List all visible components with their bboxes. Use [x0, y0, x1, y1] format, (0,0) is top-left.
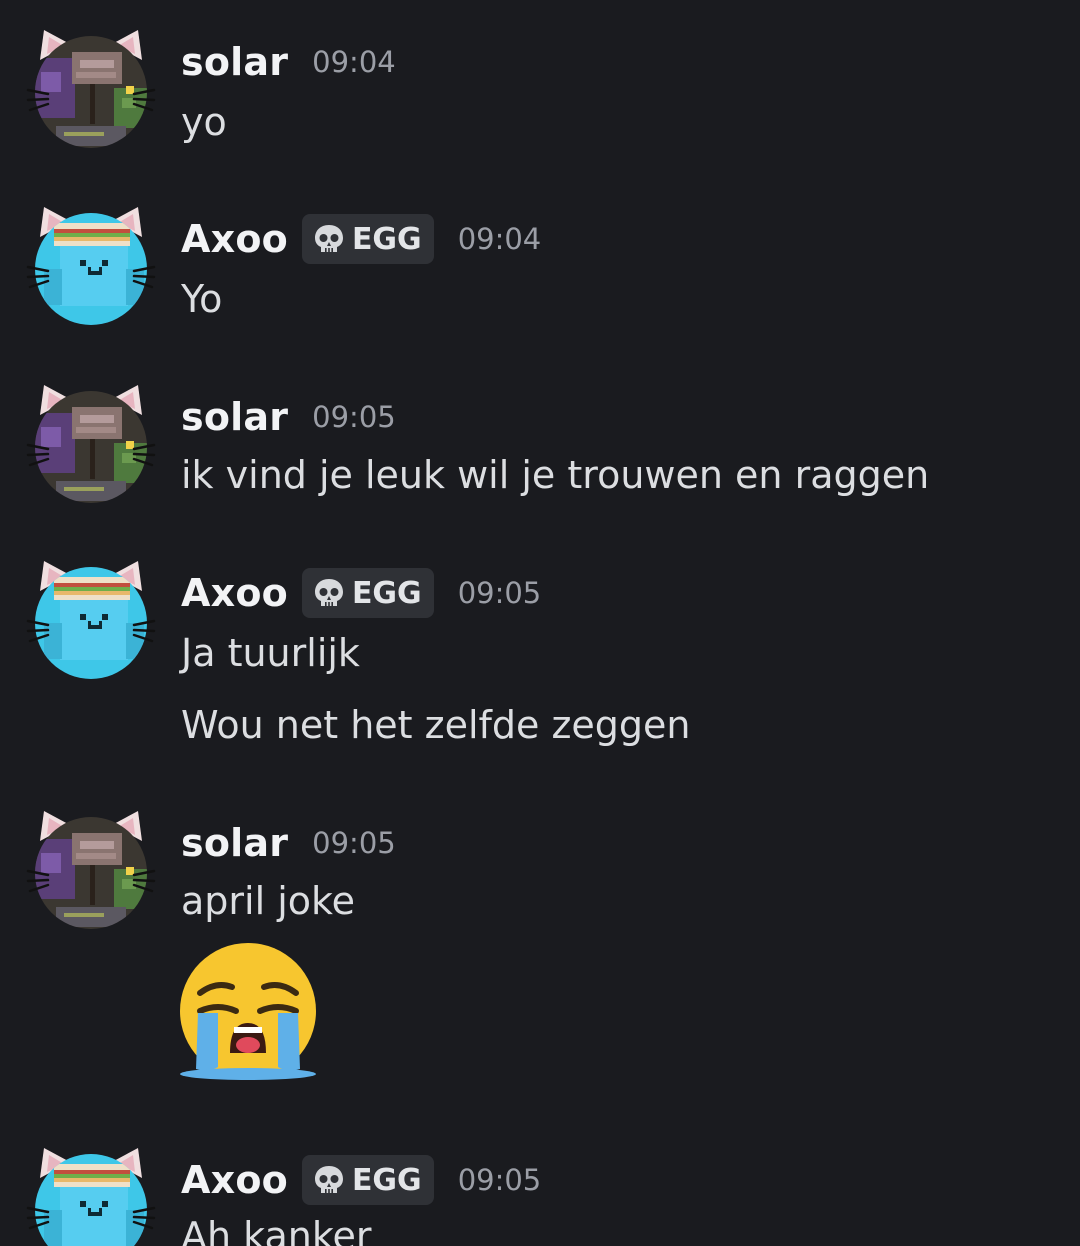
- username[interactable]: Axoo: [181, 1158, 288, 1202]
- username[interactable]: solar: [181, 395, 288, 439]
- avatar[interactable]: [26, 809, 156, 929]
- chat-log: solar 09:04 yo Axoo EGG 09:04 Yo solar 0…: [0, 0, 1080, 1246]
- cat-avatar-icon: [26, 28, 156, 148]
- message-text: Ja tuurlijk: [181, 631, 360, 675]
- skull-icon: [312, 1163, 346, 1197]
- badge-label: EGG: [351, 221, 422, 257]
- clan-tag-badge[interactable]: EGG: [301, 568, 434, 618]
- message-header: solar 09:05: [181, 391, 396, 443]
- badge-label: EGG: [351, 1162, 422, 1198]
- cat-avatar-icon: [26, 383, 156, 503]
- username[interactable]: solar: [181, 40, 288, 84]
- skull-icon: [312, 576, 346, 610]
- username[interactable]: Axoo: [181, 217, 288, 261]
- message-text: Wou net het zelfde zeggen: [181, 703, 691, 747]
- timestamp: 09:04: [312, 45, 396, 79]
- message-header: Axoo EGG 09:05: [181, 567, 541, 619]
- timestamp: 09:05: [312, 826, 396, 860]
- message-text: Ah kanker: [181, 1214, 372, 1246]
- message-header: solar 09:04: [181, 36, 396, 88]
- message-header: Axoo EGG 09:04: [181, 213, 541, 265]
- message-header: solar 09:05: [181, 817, 396, 869]
- cat-avatar-icon: [26, 1146, 156, 1246]
- message-text: ik vind je leuk wil je trouwen en raggen: [181, 453, 930, 497]
- avatar[interactable]: [26, 1146, 156, 1246]
- avatar[interactable]: [26, 383, 156, 503]
- message-header: Axoo EGG 09:05: [181, 1154, 541, 1206]
- clan-tag-badge[interactable]: EGG: [301, 214, 434, 264]
- timestamp: 09:04: [457, 222, 542, 256]
- avatar[interactable]: [26, 28, 156, 148]
- timestamp: 09:05: [457, 1163, 542, 1197]
- badge-label: EGG: [351, 575, 422, 611]
- skull-icon: [312, 222, 346, 256]
- cat-avatar-icon: [26, 559, 156, 679]
- message-text: Yo: [181, 277, 223, 321]
- cat-avatar-icon: [26, 809, 156, 929]
- clan-tag-badge[interactable]: EGG: [301, 1155, 434, 1205]
- timestamp: 09:05: [457, 576, 542, 610]
- username[interactable]: solar: [181, 821, 288, 865]
- username[interactable]: Axoo: [181, 571, 288, 615]
- message-text: april joke: [181, 879, 356, 923]
- message-text: yo: [181, 100, 227, 144]
- timestamp: 09:05: [312, 400, 396, 434]
- avatar[interactable]: [26, 205, 156, 325]
- avatar[interactable]: [26, 559, 156, 679]
- cat-avatar-icon: [26, 205, 156, 325]
- loudly-crying-face-icon[interactable]: [178, 941, 318, 1085]
